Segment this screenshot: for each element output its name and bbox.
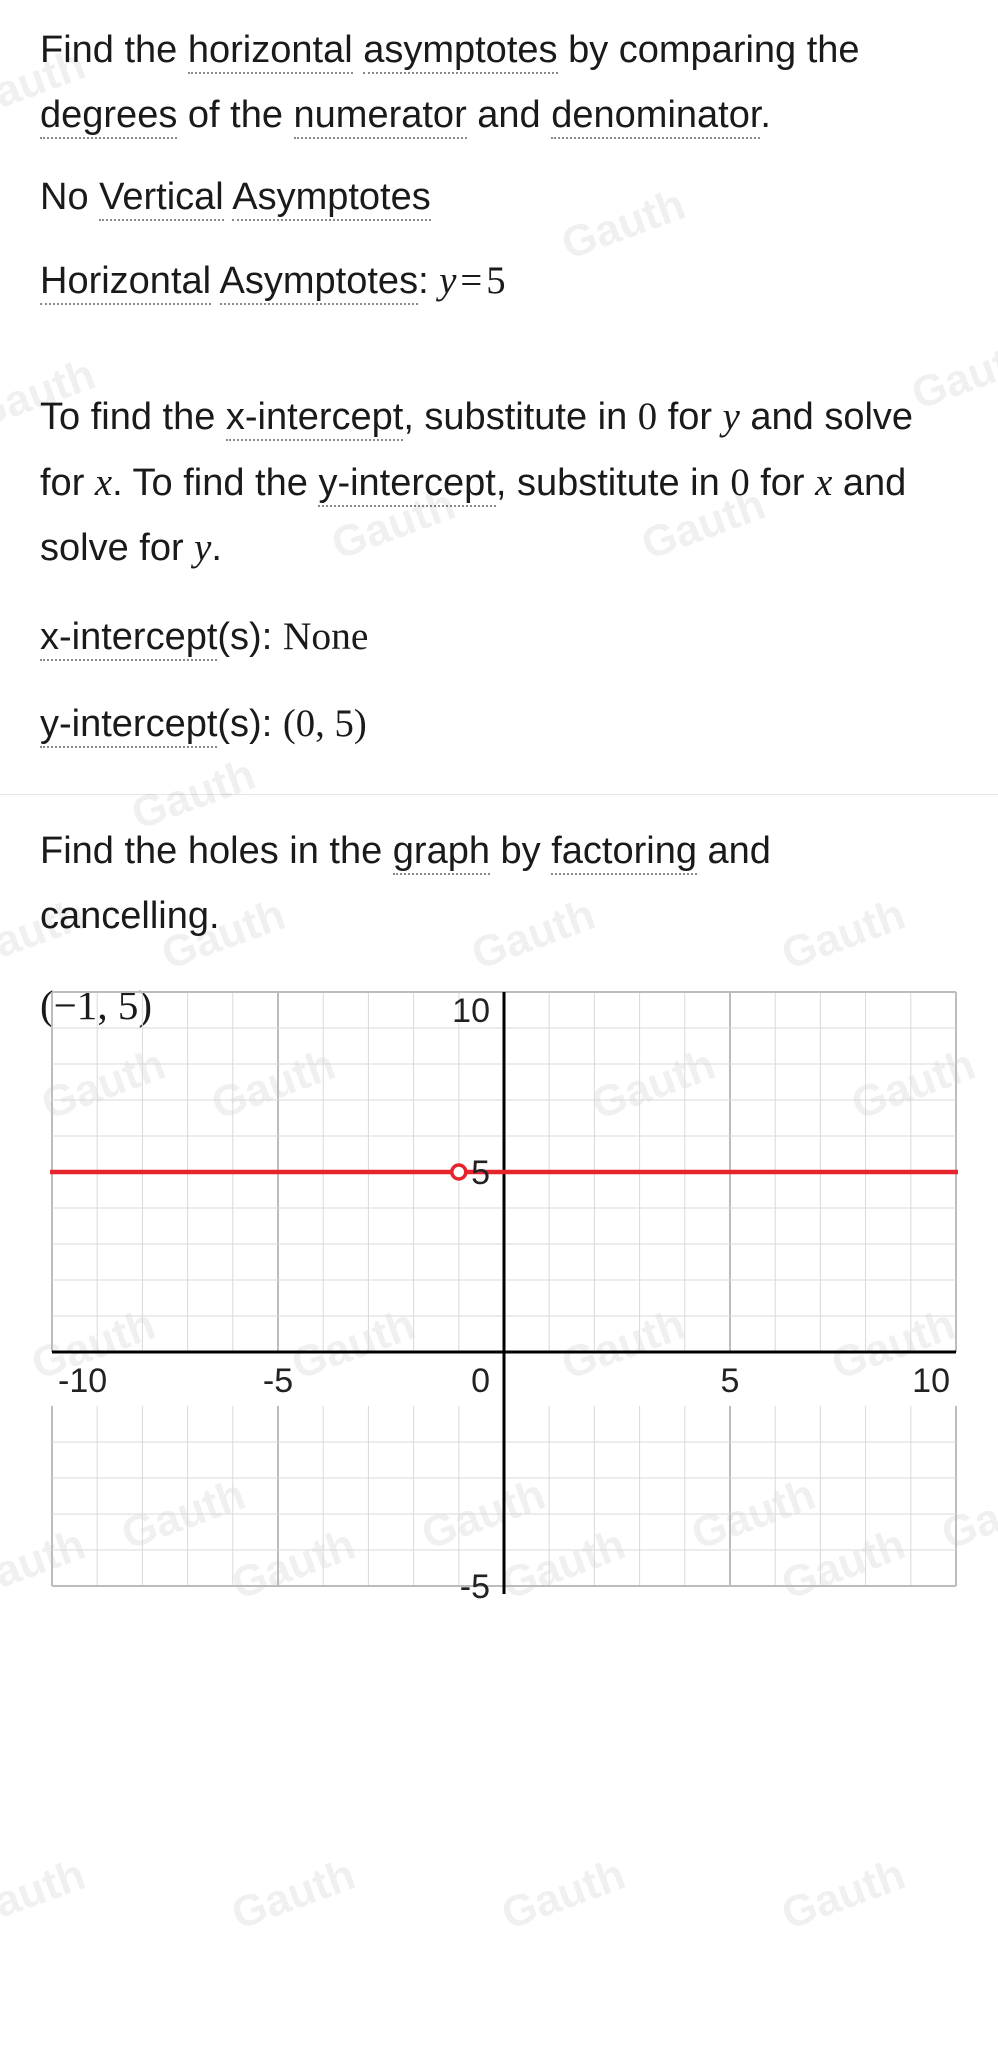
term-x-intercept-2[interactable]: x-intercept xyxy=(40,616,217,661)
graph-plot: -10 -5 0 5 10 10 5 -5 xyxy=(48,988,960,2048)
paragraph: Find the holes in the graph by factoring… xyxy=(40,819,958,948)
term-numerator[interactable]: numerator xyxy=(294,94,467,139)
term-degrees[interactable]: degrees xyxy=(40,94,177,139)
x-intercept-value: None xyxy=(283,614,369,658)
term-horizontal[interactable]: horizontal xyxy=(188,29,353,74)
term-factoring[interactable]: factoring xyxy=(551,830,697,875)
term-denominator[interactable]: denominator xyxy=(551,94,760,139)
x-tick-label: -5 xyxy=(263,1362,293,1400)
vertical-asymptotes-line: No Vertical Asymptotes xyxy=(40,165,958,230)
y-tick-label: -5 xyxy=(460,1568,490,1606)
term-asymptotes-3[interactable]: Asymptotes xyxy=(220,260,419,305)
term-graph[interactable]: graph xyxy=(393,830,490,875)
term-x-intercept[interactable]: x-intercept xyxy=(226,396,403,441)
y-tick-label: 10 xyxy=(452,992,490,1030)
chart-svg: -10 -5 0 5 10 10 5 -5 xyxy=(48,988,960,2048)
x-tick-label: -10 xyxy=(58,1362,107,1400)
divider xyxy=(0,794,998,795)
term-y-intercept-2[interactable]: y-intercept xyxy=(40,703,217,748)
math-var-y: y xyxy=(439,259,456,302)
math-num: 5 xyxy=(486,259,505,302)
y-intercept-line: y-intercept(s): (0, 5) xyxy=(40,691,958,757)
y-tick-label: 5 xyxy=(471,1154,490,1192)
term-horizontal-2[interactable]: Horizontal xyxy=(40,260,211,305)
paragraph: To find the x-intercept, substitute in 0… xyxy=(40,384,958,582)
term-y-intercept[interactable]: y-intercept xyxy=(318,462,495,507)
x-tick-label: 5 xyxy=(721,1362,740,1400)
y-intercept-value: (0, 5) xyxy=(283,702,367,745)
x-tick-label: 0 xyxy=(471,1362,490,1400)
paragraph: Find the horizontal asymptotes by compar… xyxy=(40,18,958,147)
term-vertical[interactable]: Vertical xyxy=(99,176,224,221)
term-asymptotes-2[interactable]: Asymptotes xyxy=(232,176,431,221)
term-asymptotes[interactable]: asymptotes xyxy=(363,29,557,74)
x-intercept-line: x-intercept(s): None xyxy=(40,603,958,670)
x-tick-label: 10 xyxy=(912,1362,950,1400)
solution-step-asymptotes: Find the horizontal asymptotes by compar… xyxy=(0,0,998,342)
horizontal-asymptotes-line: Horizontal Asymptotes: y=5 xyxy=(40,248,958,314)
math-eq: = xyxy=(456,259,486,302)
solution-step-intercepts: To find the x-intercept, substitute in 0… xyxy=(0,360,998,785)
